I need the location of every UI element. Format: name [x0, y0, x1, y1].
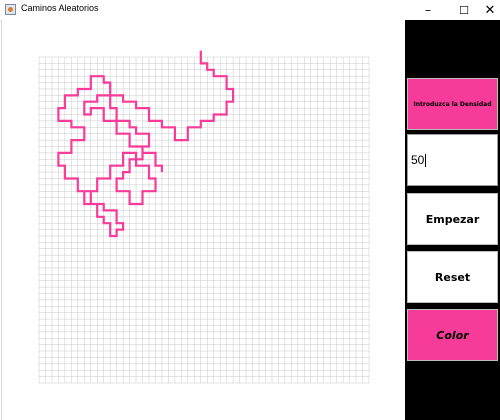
density-input[interactable]: 50: [407, 134, 498, 186]
window-title: Caminos Aleatorios: [21, 3, 99, 13]
maximize-icon: ☐: [459, 3, 469, 17]
color-button[interactable]: Color: [407, 309, 498, 361]
minimize-icon: –: [425, 3, 431, 17]
drawing-canvas[interactable]: [1, 20, 406, 420]
density-value: 50: [411, 153, 425, 167]
random-walk-grid: [38, 50, 370, 384]
control-panel: Introduzca la Densidad 50 Empezar Reset …: [405, 20, 500, 420]
minimize-button[interactable]: –: [410, 0, 446, 20]
close-icon: ✕: [484, 2, 496, 18]
start-button[interactable]: Empezar: [407, 193, 498, 245]
random-walk-path: [57, 50, 235, 238]
density-label: Introduzca la Densidad: [407, 78, 498, 130]
close-button[interactable]: ✕: [472, 0, 500, 20]
java-app-icon: [5, 4, 16, 15]
title-bar: Caminos Aleatorios – ☐ ✕: [0, 0, 500, 21]
reset-button[interactable]: Reset: [407, 251, 498, 303]
text-caret: [425, 153, 427, 167]
